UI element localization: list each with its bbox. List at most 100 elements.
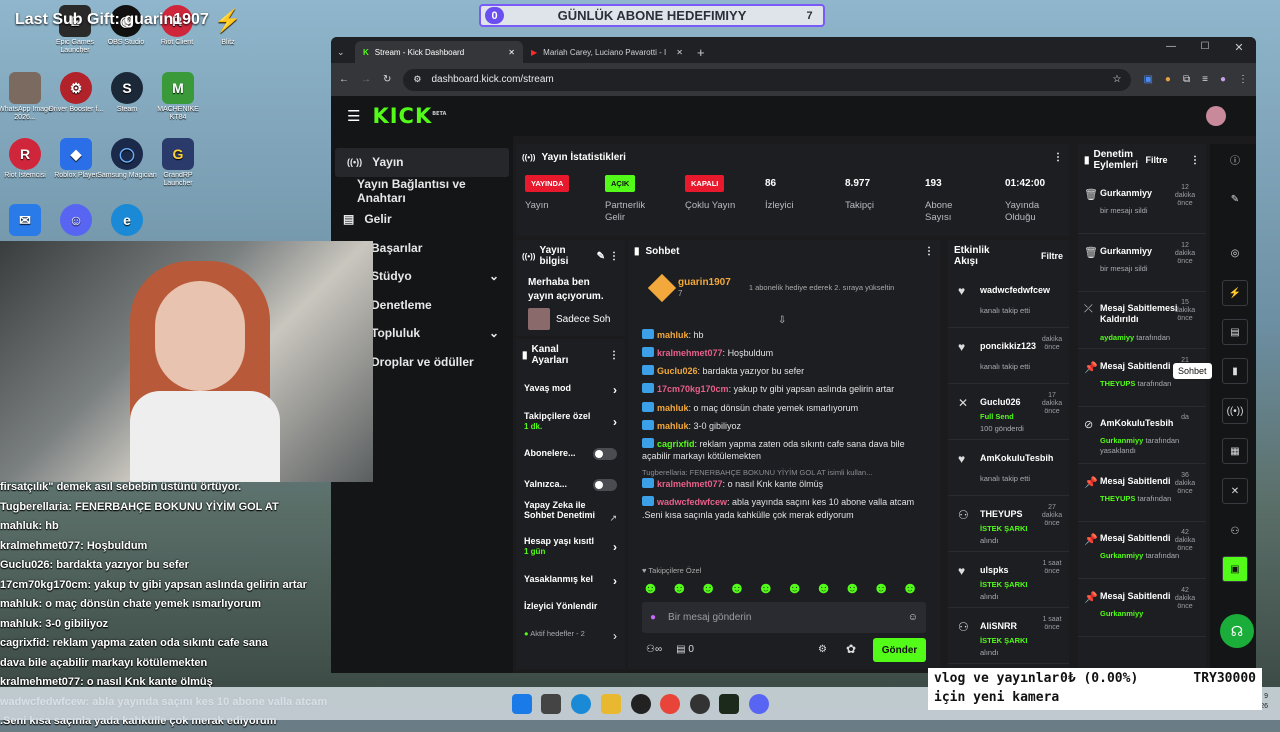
chat-username[interactable]: mahluk — [657, 421, 689, 431]
tab-youtube[interactable]: ▶ Mariah Carey, Luciano Pavarotti - I ✕ — [523, 41, 691, 63]
filter-button[interactable]: Filtre — [1041, 251, 1063, 261]
support-headset-icon[interactable]: ☊ — [1220, 614, 1254, 648]
chat-username[interactable]: wadwcfedwfcew — [657, 497, 727, 507]
more-icon[interactable]: ⋮ — [609, 251, 619, 262]
activity-event[interactable]: ♥ poncikkiz123 dakika önce kanalı takip ett… — [948, 328, 1069, 384]
more-icon[interactable]: ⋮ — [609, 350, 619, 361]
activity-event[interactable]: ♥ wadwcfedwfcew kanalı takip etti — [948, 272, 1069, 328]
desktop-icon-edge[interactable]: e — [97, 204, 157, 238]
chat-rail-icon[interactable]: ▮ — [1222, 358, 1248, 384]
emote-icon[interactable]: ☻ — [671, 580, 688, 598]
task-view-icon[interactable] — [541, 694, 561, 714]
setting-followers-only[interactable]: Takipçilere özel 1 dk. › — [516, 411, 625, 431]
emote-icon[interactable]: ☻ — [902, 580, 919, 598]
forward-icon[interactable]: → — [361, 74, 371, 85]
setting-slow-mode[interactable]: Yavaş mod › — [516, 383, 625, 397]
emote-icon[interactable]: ☻ — [873, 580, 890, 598]
chat-username[interactable]: Guclu026 — [657, 366, 698, 376]
toggle-switch[interactable] — [593, 448, 617, 460]
tab-close-icon[interactable]: ✕ — [676, 48, 683, 57]
extensions-puzzle-icon[interactable]: ⧉ — [1183, 74, 1190, 85]
collapse-icon[interactable]: ⇩ — [778, 315, 786, 326]
kick-taskbar-icon[interactable] — [719, 694, 739, 714]
broadcast-rail-icon[interactable]: ((•)) — [1222, 398, 1248, 424]
green-app-icon[interactable]: ▣ — [1222, 556, 1248, 582]
setting-account-age[interactable]: Hesap yaşı kısıtl 1 gün › — [516, 536, 625, 556]
document-icon[interactable]: ▤ — [1222, 319, 1248, 345]
more-icon[interactable]: ⋮ — [924, 246, 934, 257]
new-tab-icon[interactable]: + — [697, 41, 705, 63]
url-field[interactable]: ⚙ dashboard.kick.com/stream ☆ — [403, 68, 1132, 91]
rewards-icon[interactable]: ✿ — [846, 642, 856, 656]
nav-item-gelir[interactable]: ▤ Gelir — [331, 205, 513, 234]
edit-icon[interactable]: ✎ — [1222, 186, 1248, 212]
setting-viewer-redirect[interactable]: İzleyici Yönlendir — [516, 601, 625, 611]
chrome-taskbar-icon[interactable] — [660, 694, 680, 714]
emote-icon[interactable]: ☻ — [786, 580, 803, 598]
chat-username[interactable]: 17cm70kg170cm — [657, 384, 729, 394]
mod-action-item[interactable]: ⤫ Mesaj Sabitlemesi Kaldırıldı 15 dakika ö… — [1078, 293, 1206, 349]
start-icon[interactable] — [512, 694, 532, 714]
camera-icon[interactable]: ◎ — [1222, 240, 1248, 266]
chat-input[interactable]: ● Bir mesaj gönderin ☺ — [642, 602, 926, 633]
mod-action-user[interactable]: THEYUPS — [1100, 494, 1135, 503]
link-icon[interactable]: ⚇∞ — [646, 644, 662, 655]
emote-icon[interactable]: ☻ — [844, 580, 861, 598]
chat-username[interactable]: mahluk — [657, 403, 689, 413]
activity-event[interactable]: ⚇ AliSNRR 1 saat önce İSTEK ŞARKI alındı — [948, 608, 1069, 664]
bookmark-star-icon[interactable]: ☆ — [1113, 74, 1122, 85]
setting-only[interactable]: Yalnızca... — [516, 479, 625, 491]
mod-action-item[interactable]: 📌 Mesaj Sabitlendi 36 dakika önce THEYUPS t… — [1078, 466, 1206, 522]
desktop-icon-machenike[interactable]: M MACHENIKE KT84 — [148, 72, 208, 122]
activity-event[interactable]: ♥ ulspks 1 saat önce İSTEK ŞARKI alındı — [948, 552, 1069, 608]
emote-icon[interactable]: ☻ — [642, 580, 659, 598]
minimize-icon[interactable]: — — [1154, 41, 1188, 63]
mod-action-user[interactable]: aydamiyy — [1100, 333, 1134, 342]
mod-action-user[interactable]: Gurkanmiyy — [1100, 436, 1143, 445]
toggle-switch[interactable] — [593, 479, 617, 491]
info-icon[interactable]: ⓘ — [1222, 146, 1248, 172]
tab-search-icon[interactable]: ⌄ — [337, 41, 355, 63]
emoji-icon[interactable]: ☺ — [908, 612, 918, 623]
mod-action-item[interactable]: 🗑 Gurkanmiyy 12 dakika önce bir mesajı sild… — [1078, 178, 1206, 234]
flash-icon[interactable]: ⚡ — [1222, 280, 1248, 306]
filter-button[interactable]: Filtre — [1146, 155, 1168, 165]
desktop-icon-grandrp[interactable]: G GrandRP Launcher — [148, 138, 208, 188]
mod-action-item[interactable]: 🗑 Gurkanmiyy 12 dakika önce bir mesajı sild… — [1078, 236, 1206, 292]
edit-icon[interactable]: ✎ — [597, 251, 605, 262]
edge-taskbar-icon[interactable] — [571, 694, 591, 714]
tab-kick-dashboard[interactable]: K Stream - Kick Dashboard ✕ — [355, 41, 523, 63]
setting-subscribers-only[interactable]: Abonelere... — [516, 448, 625, 460]
printer-icon[interactable]: ▦ — [1222, 438, 1248, 464]
emote-icon[interactable]: ☻ — [700, 580, 717, 598]
grandrp-taskbar-icon[interactable] — [690, 694, 710, 714]
maximize-icon[interactable]: ☐ — [1188, 41, 1222, 63]
emote-icon[interactable]: ☻ — [729, 580, 746, 598]
microphone-icon[interactable]: ● — [650, 612, 656, 623]
nav-item-stream-key[interactable]: Yayın Bağlantısı ve Anahtarı — [331, 177, 513, 206]
nav-item-yayin[interactable]: ((•)) Yayın — [335, 148, 509, 177]
setting-ai-moderation[interactable]: Yapay Zeka ile Sohbet Denetimi — [516, 500, 596, 521]
external-link-icon[interactable]: ↗ — [609, 513, 617, 524]
setting-banned-words[interactable]: Yasaklanmış kel › — [516, 574, 625, 588]
activity-event[interactable]: ♥ AmKokuluTesbih kanalı takip etti — [948, 440, 1069, 496]
mod-action-item[interactable]: 📌 Mesaj Sabitlendi 42 dakika önce Gurkanmiy… — [1078, 581, 1206, 637]
users-icon[interactable]: ⚇ — [1222, 518, 1248, 544]
tab-close-icon[interactable]: ✕ — [508, 48, 515, 57]
more-icon[interactable]: ⋮ — [1190, 155, 1200, 166]
more-icon[interactable]: ⋮ — [1053, 152, 1063, 163]
chat-username[interactable]: cagrixfid — [657, 439, 695, 449]
back-icon[interactable]: ← — [339, 74, 349, 85]
emote-icon[interactable]: ☻ — [815, 580, 832, 598]
extension-icon[interactable]: ● — [1165, 74, 1171, 85]
user-avatar[interactable] — [1206, 106, 1226, 126]
settings-gear-icon[interactable]: ⚙ — [818, 644, 827, 655]
reload-icon[interactable]: ↻ — [383, 74, 391, 85]
browser-menu-icon[interactable]: ⋮ — [1238, 74, 1248, 85]
translate-icon[interactable]: ▣ — [1143, 74, 1152, 85]
mod-action-user[interactable]: Gurkanmiyy — [1100, 551, 1143, 560]
mod-action-user[interactable]: THEYUPS — [1100, 379, 1135, 388]
kick-logo[interactable]: KICKBETA — [372, 104, 446, 128]
setting-active-goals[interactable]: ● Aktif hedefler - 2 › — [516, 629, 625, 643]
emote-icon[interactable]: ☻ — [757, 580, 774, 598]
